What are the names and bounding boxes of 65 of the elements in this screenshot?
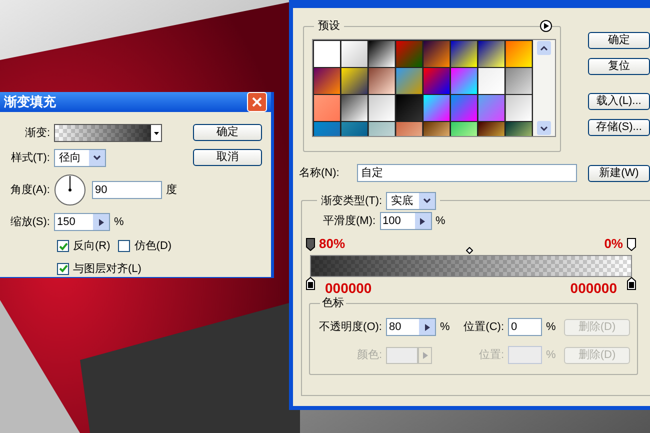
checkbox-label: 仿色(D): [134, 239, 172, 254]
field-label: 渐变:: [24, 126, 51, 141]
field-label: 不透明度(O):: [318, 320, 383, 335]
opacity-stop-icon[interactable]: [627, 238, 636, 251]
dialog-button[interactable]: 取消: [193, 149, 262, 166]
field-label: 渐变类型(T):: [321, 194, 382, 209]
checkbox[interactable]: [118, 240, 130, 252]
unit-label: %: [114, 214, 124, 230]
number-field[interactable]: 100: [380, 212, 432, 230]
stop-annotation: 0%: [604, 237, 623, 251]
field-label: 位置:: [478, 348, 505, 363]
window-title: 渐变填充: [4, 93, 56, 112]
chevron-down-icon: [89, 150, 105, 166]
gradient-presets-drawing[interactable]: [313, 40, 533, 136]
stop-annotation: 80%: [319, 237, 346, 251]
checkbox-label: 反向(R): [73, 239, 110, 254]
scrollbar[interactable]: [533, 40, 555, 136]
field-label: 缩放(S):: [9, 214, 51, 230]
input-field[interactable]: 自定: [357, 164, 577, 182]
opacity-stop-icon[interactable]: [306, 238, 315, 251]
field-label: 样式(T):: [10, 150, 51, 166]
dialog-button[interactable]: 复位: [588, 58, 650, 75]
unit-label: %: [440, 320, 451, 335]
unit-label: %: [546, 320, 557, 335]
dropdown[interactable]: 径向: [54, 149, 106, 167]
checkbox[interactable]: [57, 240, 69, 252]
dialog-button[interactable]: 存储(S)...: [588, 119, 650, 136]
checkbox-label: 与图层对齐(L): [73, 262, 142, 276]
field-label: 位置(C):: [462, 320, 505, 335]
dropdown-value: 径向: [58, 151, 82, 166]
field-label: 平滑度(M):: [323, 214, 377, 229]
unit-label: %: [546, 348, 557, 363]
close-icon[interactable]: [247, 92, 267, 112]
input-field[interactable]: 0: [508, 318, 542, 336]
gradient-picker[interactable]: [54, 124, 162, 142]
dropdown[interactable]: 实底: [386, 192, 436, 210]
dialog-button[interactable]: 新建(W): [588, 164, 650, 182]
number-field[interactable]: 150: [54, 213, 110, 231]
caret-icon: [151, 125, 161, 141]
field-label: 角度(A):: [9, 182, 51, 198]
scroll-down-icon[interactable]: [537, 121, 551, 135]
color-stop-icon[interactable]: [627, 277, 636, 290]
field-value: 80: [388, 320, 402, 335]
field-label: 颜色:: [356, 348, 383, 363]
angle-dial[interactable]: [54, 174, 86, 206]
scroll-up-icon[interactable]: [537, 41, 551, 55]
dialog-button[interactable]: 载入(L)...: [588, 93, 650, 110]
stop-annotation: 000000: [570, 281, 617, 295]
unit-label: %: [436, 214, 446, 229]
color-stop-icon[interactable]: [306, 277, 315, 290]
stop-annotation: 000000: [325, 281, 372, 295]
field-value: 100: [382, 214, 402, 229]
chevron-down-icon: [419, 193, 436, 209]
number-field[interactable]: 80: [386, 318, 436, 336]
dialog-button[interactable]: 确定: [193, 124, 262, 141]
color-swatch[interactable]: [386, 346, 418, 364]
input-field[interactable]: 90: [92, 181, 162, 199]
field-label: 名称(N):: [299, 166, 340, 181]
unit-label: 度: [166, 182, 177, 198]
play-icon[interactable]: [540, 20, 552, 32]
checkbox[interactable]: [57, 262, 69, 275]
input-field[interactable]: [508, 346, 542, 364]
field-value: 150: [56, 215, 76, 230]
dialog-button[interactable]: 确定: [588, 32, 650, 49]
dropdown-value: 实底: [390, 194, 414, 209]
